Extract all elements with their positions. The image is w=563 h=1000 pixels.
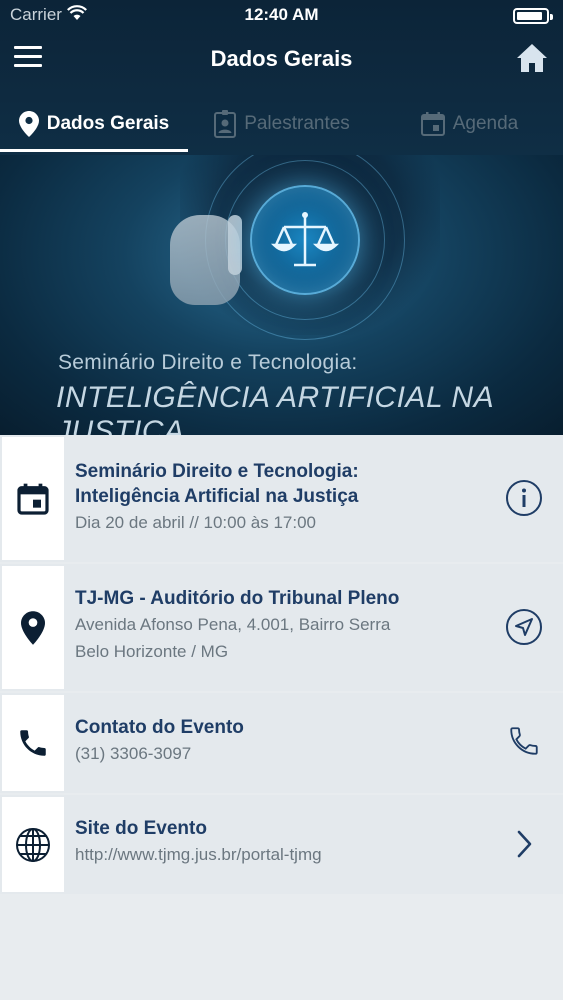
card-title: Seminário Direito e Tecnologia: <box>75 461 359 482</box>
event-contact-card[interactable]: Contato do Evento (31) 3306-3097 <box>0 693 563 793</box>
home-icon[interactable] <box>515 42 549 74</box>
status-bar: Carrier 12:40 AM <box>0 0 563 30</box>
location-pin-icon <box>2 566 64 689</box>
card-body: Contato do Evento (31) 3306-3097 <box>75 715 244 767</box>
card-title: Inteligência Artificial na Justiça <box>75 486 359 507</box>
card-detail: Belo Horizonte / MG <box>75 642 229 661</box>
status-time: 12:40 AM <box>244 5 319 24</box>
event-location-card[interactable]: TJ-MG - Auditório do Tribunal Pleno Aven… <box>0 564 563 691</box>
nav-bar: Dados Gerais <box>0 30 563 90</box>
event-banner: Seminário Direito e Tecnologia: INTELIGÊ… <box>0 155 563 435</box>
card-title: TJ-MG - Auditório do Tribunal Pleno <box>75 588 400 609</box>
tab-palestrantes[interactable]: Palestrantes <box>188 92 376 155</box>
card-title: Site do Evento <box>75 818 207 839</box>
card-body: Site do Evento http://www.tjmg.jus.br/po… <box>75 816 322 868</box>
tab-agenda[interactable]: Agenda <box>376 92 563 155</box>
card-body: TJ-MG - Auditório do Tribunal Pleno Aven… <box>75 586 399 665</box>
event-website-card[interactable]: Site do Evento http://www.tjmg.jus.br/po… <box>0 795 563 894</box>
tab-label: Agenda <box>452 112 519 134</box>
card-detail: (31) 3306-3097 <box>75 744 192 763</box>
globe-icon <box>2 797 64 892</box>
event-date-card[interactable]: Seminário Direito e Tecnologia: Inteligê… <box>0 435 563 562</box>
tab-dados-gerais[interactable]: Dados Gerais <box>0 92 188 155</box>
banner-finger <box>228 215 242 275</box>
banner-subtitle: Seminário Direito e Tecnologia: <box>58 351 358 374</box>
card-detail: Dia 20 de abril // 10:00 às 17:00 <box>75 513 316 532</box>
tab-label: Palestrantes <box>244 112 350 134</box>
card-title: Contato do Evento <box>75 717 244 738</box>
chevron-right-icon[interactable] <box>505 825 543 863</box>
tab-label: Dados Gerais <box>46 112 170 134</box>
calendar-icon <box>420 111 445 136</box>
calendar-icon <box>2 437 64 560</box>
tab-bar: Dados Gerais Palestrantes Agenda <box>0 92 563 155</box>
app-header: Carrier 12:40 AM Dados Gerais Dados Gera… <box>0 0 563 155</box>
active-tab-indicator <box>0 149 188 152</box>
page-title: Dados Gerais <box>210 46 353 71</box>
location-pin-icon <box>18 110 39 137</box>
card-detail: http://www.tjmg.jus.br/portal-tjmg <box>75 845 322 864</box>
battery-icon <box>513 8 553 24</box>
info-icon[interactable] <box>505 479 543 517</box>
scales-of-justice-icon <box>250 185 360 295</box>
card-detail: Avenida Afonso Pena, 4.001, Bairro Serra <box>75 615 391 634</box>
phone-outline-icon[interactable] <box>505 722 543 760</box>
navigation-arrow-icon[interactable] <box>505 608 543 646</box>
badge-icon <box>214 109 237 138</box>
phone-icon <box>2 695 64 791</box>
card-body: Seminário Direito e Tecnologia: Inteligê… <box>75 459 359 536</box>
banner-headline: INTELIGÊNCIA ARTIFICIAL NA JUSTIÇA <box>56 381 493 435</box>
